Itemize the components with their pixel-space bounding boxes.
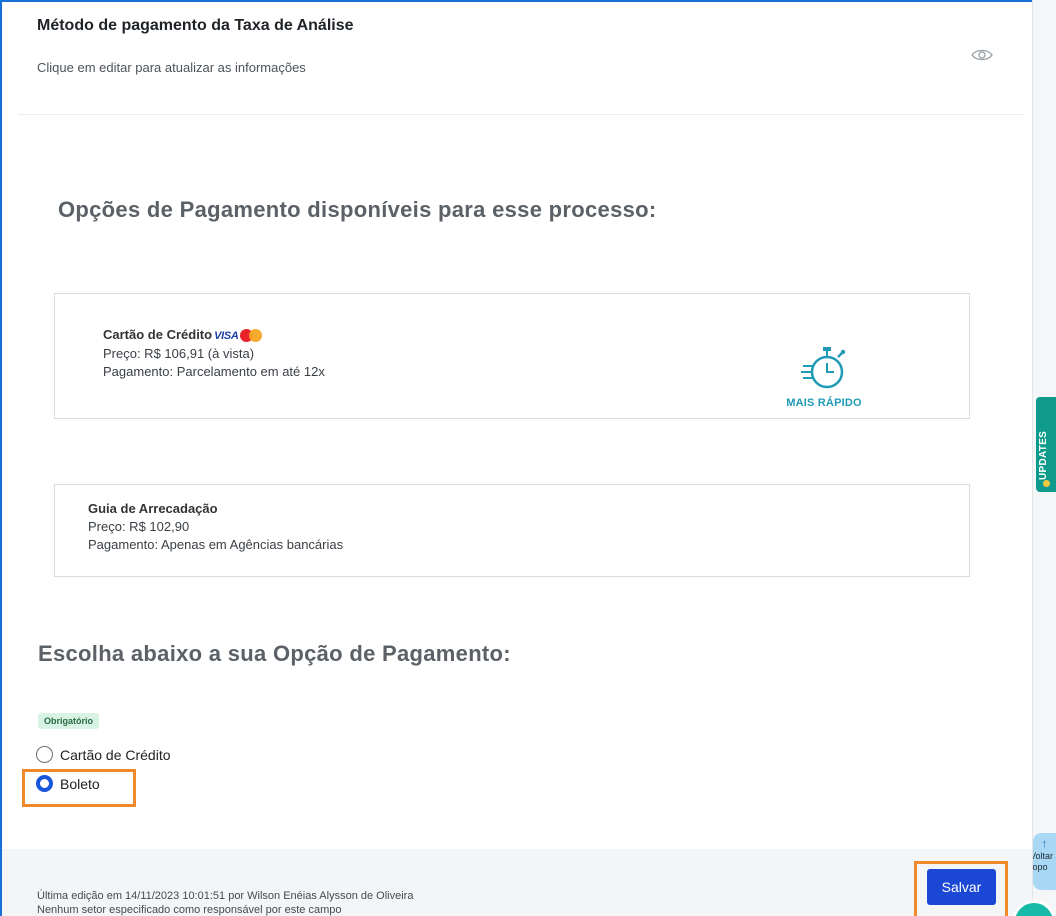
last-edit-info: Última edição em 14/11/2023 10:01:51 por… [37,890,414,902]
page-subtitle: Clique em editar para atualizar as infor… [37,60,306,75]
credit-card-details: Cartão de Crédito VISA Preço: R$ 106,91 (… [103,326,325,381]
choose-payment-title: Escolha abaixo a sua Opção de Pagamento: [38,641,511,666]
credit-card-title-row: Cartão de Crédito VISA [103,326,325,345]
required-badge: Obrigatório [38,713,99,729]
mastercard-logo [239,329,262,343]
back-to-top-label: Voltar ao topo [1033,851,1056,872]
credit-card-option-card: Cartão de Crédito VISA Preço: R$ 106,91 (… [54,293,970,419]
credit-card-title: Cartão de Crédito [103,327,213,342]
guia-title: Guia de Arrecadação [88,501,218,516]
radio-option-credit-card[interactable]: Cartão de Crédito [36,746,171,763]
guia-price: Preço: R$ 102,90 [88,519,190,534]
payment-options-title: Opções de Pagamento disponíveis para ess… [58,197,657,222]
credit-card-price: Preço: R$ 106,91 (à vista) [103,345,255,361]
eye-icon[interactable] [971,47,993,63]
card-brands: VISA [214,327,262,345]
no-sector-info: Nenhum setor especificado como responsáv… [37,904,342,916]
window-frame [0,0,1056,916]
save-highlight-box [914,861,1008,916]
credit-card-payment: Pagamento: Parcelamento em até 12x [103,363,325,379]
updates-label: UPDATES [1038,430,1049,480]
footer-bar: Última edição em 14/11/2023 10:01:51 por… [2,849,1032,916]
arrow-up-icon: ↑ [1041,838,1048,850]
back-to-top-button[interactable]: ↑ Voltar ao topo [1033,833,1056,890]
header-divider [18,114,1024,115]
fastest-badge: MAIS RÁPIDO [774,342,874,409]
radio-button-credit-card[interactable] [36,746,53,763]
page-title: Método de pagamento da Taxa de Análise [37,17,354,34]
boleto-highlight-box [22,769,136,807]
bell-icon [1043,480,1050,487]
visa-logo: VISA [214,329,239,342]
guia-option-card: Guia de Arrecadação Preço: R$ 102,90 Pag… [54,484,970,577]
guia-details: Guia de Arrecadação Preço: R$ 102,90 Pag… [88,500,343,554]
fastest-label: MAIS RÁPIDO [786,397,862,409]
updates-tab[interactable]: UPDATES [1036,397,1056,492]
radio-label-credit-card: Cartão de Crédito [60,746,171,763]
guia-payment: Pagamento: Apenas em Agências bancárias [88,537,344,552]
stopwatch-icon [801,347,846,389]
